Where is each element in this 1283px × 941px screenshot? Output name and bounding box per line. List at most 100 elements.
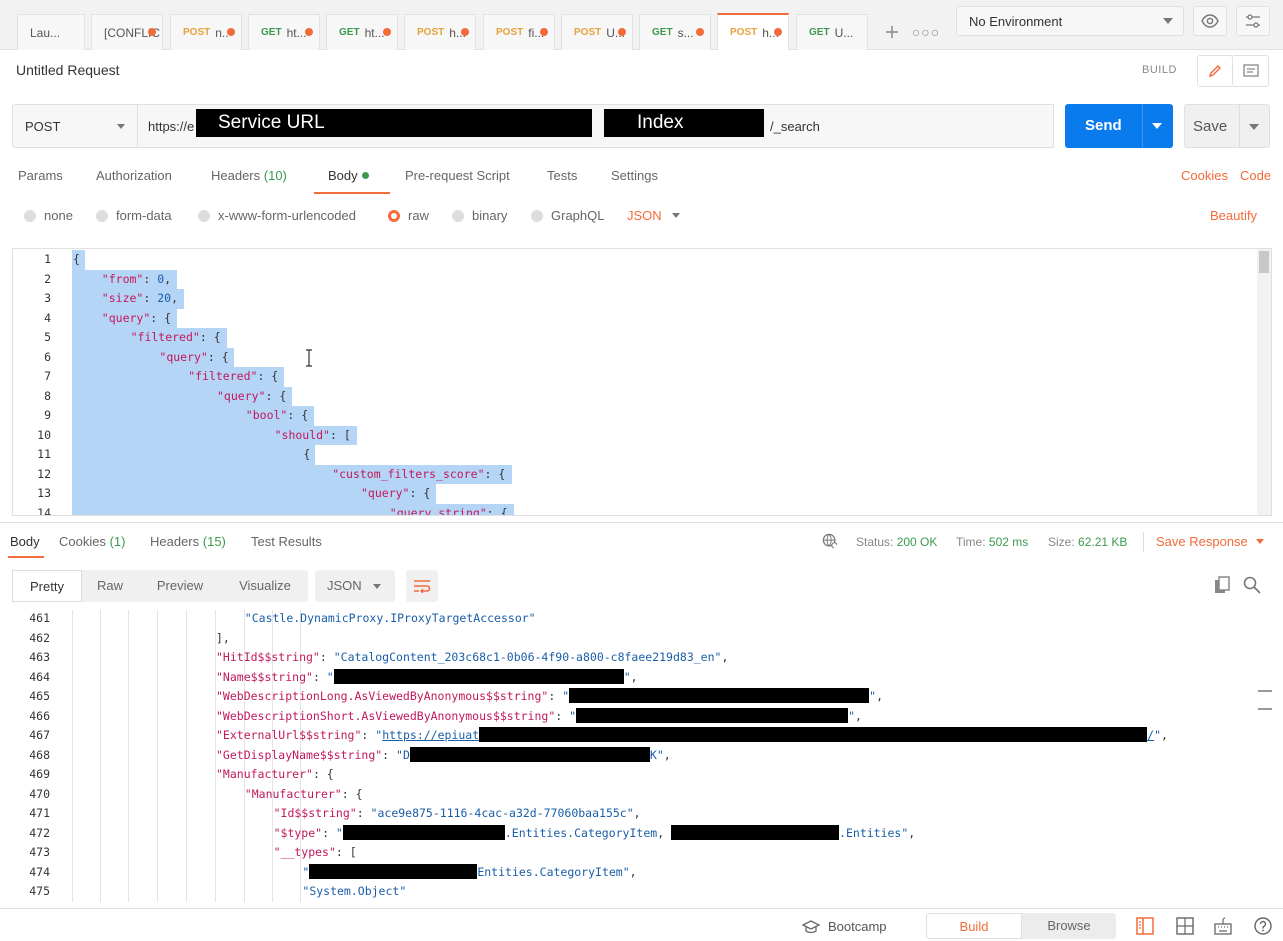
line-number: 8 [44,388,51,403]
unsaved-changes-dot [774,28,782,36]
body-type-binary[interactable]: binary [452,208,507,223]
body-type-none[interactable]: none [24,208,73,223]
edit-request-button[interactable] [1197,55,1233,87]
request-tab[interactable]: GET U... [796,14,868,50]
code-punctuation: : { [265,388,287,403]
tab-headers-label: Headers [211,168,261,183]
globe-icon[interactable] [822,533,838,549]
line-number: 475 [29,884,50,898]
request-tab[interactable]: POST h... [717,13,789,50]
response-scroll-marker[interactable] [1258,708,1272,710]
send-options-chevron-icon[interactable] [1152,123,1162,129]
environment-select[interactable]: No Environment [956,6,1184,36]
request-tab[interactable]: POST U... [561,14,633,50]
build-mode-button[interactable]: Build [926,913,1022,939]
search-icon[interactable] [1243,576,1261,594]
more-tabs-button[interactable]: ○○○ [908,14,944,50]
request-tab[interactable]: Lau... [17,14,85,50]
json-string: " [623,669,631,684]
response-scroll-marker[interactable] [1258,690,1272,692]
browse-mode-button[interactable]: Browse [1022,913,1116,939]
save-button[interactable]: Save [1184,104,1270,148]
request-tab[interactable]: [CONFLIC [91,14,163,50]
code-punctuation: : { [409,486,431,500]
body-type-form-data[interactable]: form-data [96,208,172,223]
code-line: 13 "query": { [13,484,1253,504]
line-number: 9 [44,408,51,422]
manage-environments-button[interactable] [1236,6,1270,36]
send-button[interactable]: Send [1065,104,1173,148]
json-string: Entities.CategoryItem" [477,864,630,879]
response-size[interactable]: Size: 62.21 KB [1048,535,1127,549]
json-url-link[interactable]: https://epiuat [382,728,479,742]
tab-headers[interactable]: Headers (10) [211,168,287,183]
view-raw-button[interactable]: Raw [82,570,138,602]
view-pretty-button[interactable]: Pretty [12,570,82,602]
body-type-raw[interactable]: raw [388,208,429,223]
selection-highlight [72,445,316,465]
editor-scrollbar-thumb[interactable] [1259,251,1269,273]
comments-button[interactable] [1233,55,1269,87]
request-tab[interactable]: POST h... [404,14,476,50]
two-pane-view-icon[interactable] [1136,917,1154,935]
copy-icon[interactable] [1214,576,1230,594]
pane-divider[interactable] [0,522,1283,523]
code-text: "size": 20, [102,289,178,309]
request-tab[interactable]: POST fi... [483,14,555,50]
code-punctuation: : { [199,330,221,344]
environment-quick-look-button[interactable] [1193,6,1227,36]
code-text: "filtered": { [131,328,221,348]
editor-scrollbar[interactable] [1257,249,1271,515]
code-link[interactable]: Code [1240,168,1271,183]
save-options-chevron-icon[interactable] [1249,124,1259,130]
request-tab[interactable]: GET ht... [326,14,398,50]
tab-tests[interactable]: Tests [547,168,577,183]
bootcamp-button[interactable]: Bootcamp [802,919,887,934]
response-tab-headers[interactable]: Headers (15) [150,534,226,549]
tab-params[interactable]: Params [18,168,63,183]
request-body-editor[interactable]: 1{2 "from": 0, 3 "size": 20, 4 "query": {5 "fi… [12,248,1272,516]
tab-settings[interactable]: Settings [611,168,658,183]
code-line: 10 "should": [ [13,425,1253,445]
request-tab[interactable]: GET ht... [248,14,320,50]
layout-icon[interactable] [1176,917,1194,935]
new-tab-button[interactable] [878,14,906,50]
line-number: 466 [29,708,50,723]
response-tab-cookies[interactable]: Cookies (1) [59,534,125,549]
response-line: 475 "System.Object" [12,882,1262,902]
request-tab[interactable]: POST n.. [170,14,242,50]
plus-icon [886,26,898,38]
cookies-link[interactable]: Cookies [1181,168,1228,183]
request-url-input[interactable]: https://e Service URL Index /_search [138,104,1054,148]
wrap-lines-button[interactable] [406,570,438,602]
tab-body[interactable]: Body [328,168,369,183]
unsaved-changes-dot [696,28,704,36]
response-tab-test-results[interactable]: Test Results [251,534,322,549]
help-icon[interactable] [1254,917,1272,935]
view-visualize-button[interactable]: Visualize [222,570,308,602]
tab-authorization[interactable]: Authorization [96,168,172,183]
raw-format-select[interactable]: JSON [627,208,680,223]
view-preview-button[interactable]: Preview [138,570,222,602]
save-response-button[interactable]: Save Response [1156,534,1264,549]
body-type-urlencoded[interactable]: x-www-form-urlencoded [198,208,356,223]
request-tab[interactable]: GET s... [639,14,711,50]
keyboard-shortcuts-icon[interactable] [1214,917,1232,935]
tab-prerequest-script[interactable]: Pre-request Script [405,168,510,183]
response-status[interactable]: Status: 200 OK [856,535,937,549]
json-string: "D [396,747,410,762]
http-method-select[interactable]: POST [12,104,138,148]
body-type-graphql[interactable]: GraphQL [531,208,604,223]
code-punctuation: ], [216,630,230,645]
response-time[interactable]: Time: 502 ms [956,535,1028,549]
line-number: 464 [29,669,50,684]
status-bar: Bootcamp Build Browse [0,908,1283,941]
response-body-viewer[interactable]: 461 "Castle.DynamicProxy.IProxyTargetAcce… [12,610,1272,902]
request-title[interactable]: Untitled Request [16,62,120,78]
response-tab-body[interactable]: Body [10,534,40,549]
beautify-link[interactable]: Beautify [1210,208,1257,223]
json-key: "query" [361,486,410,500]
code-punctuation: : [382,747,397,762]
response-format-select[interactable]: JSON [315,570,395,602]
send-divider [1142,104,1143,148]
